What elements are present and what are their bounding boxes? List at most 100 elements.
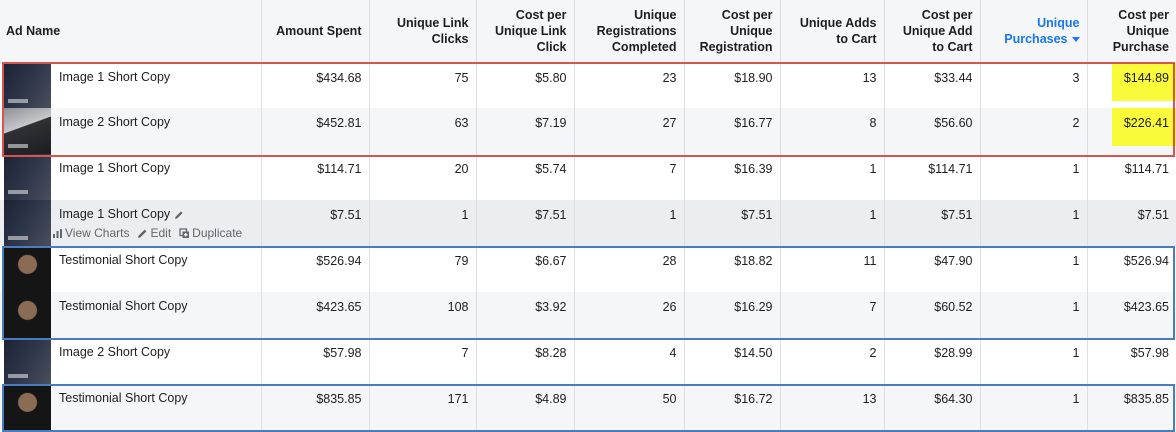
- unique-link-clicks-cell: 7: [369, 338, 477, 384]
- cost-per-registration-cell: $16.39: [684, 154, 781, 200]
- view-charts-link[interactable]: View Charts: [52, 226, 129, 240]
- cost-per-purchase-cell: $7.51: [1087, 200, 1176, 246]
- ad-thumbnail-icon[interactable]: [4, 292, 51, 338]
- header-unique-link-clicks[interactable]: Unique Link Clicks: [369, 0, 477, 63]
- header-label: Cost per Unique Link Click: [494, 7, 567, 54]
- table-row[interactable]: Image 2 Short Copy $452.81 63 $7.19 27 $…: [0, 108, 1176, 154]
- table-row[interactable]: Testimonial Short Copy $526.94 79 $6.67 …: [0, 246, 1176, 292]
- adds-to-cart-cell: 2: [780, 338, 885, 384]
- table-row[interactable]: Image 1 Short Copy View Charts Edit Dupl…: [0, 200, 1176, 246]
- cost-per-purchase-cell: $423.65: [1087, 292, 1176, 338]
- highlighted-value: $144.89: [1111, 62, 1176, 101]
- cost-per-purchase-cell: $835.85: [1087, 384, 1176, 430]
- table-row[interactable]: Image 2 Short Copy $57.98 7 $8.28 4 $14.…: [0, 338, 1176, 384]
- header-label: Cost per Unique Purchase: [1112, 7, 1169, 54]
- cost-per-registration-cell: $16.72: [684, 384, 781, 430]
- cost-per-registration-cell: $7.51: [684, 200, 781, 246]
- ad-name-cell[interactable]: Image 1 Short Copy View Charts Edit Dupl…: [0, 200, 262, 246]
- ad-thumbnail-icon[interactable]: [4, 246, 51, 292]
- ad-name-cell[interactable]: Image 1 Short Copy: [0, 62, 262, 108]
- header-cost-per-unique-registration[interactable]: Cost per Unique Registration: [684, 0, 781, 63]
- edit-link[interactable]: Edit: [137, 226, 171, 240]
- registrations-cell: 7: [574, 154, 685, 200]
- cost-per-registration-cell: $16.29: [684, 292, 781, 338]
- ad-name-cell[interactable]: Image 1 Short Copy: [0, 154, 262, 200]
- header-unique-adds-to-cart[interactable]: Unique Adds to Cart: [780, 0, 885, 63]
- header-label: Ad Name: [6, 23, 61, 38]
- ad-thumbnail-icon[interactable]: [4, 154, 51, 200]
- ad-name-link[interactable]: Testimonial Short Copy: [59, 391, 188, 405]
- amount-spent-cell: $423.65: [261, 292, 370, 338]
- purchases-cell: 1: [980, 246, 1088, 292]
- header-label: Amount Spent: [276, 23, 362, 38]
- adds-to-cart-cell: 1: [780, 200, 885, 246]
- row-actions: View Charts Edit Duplicate: [52, 226, 242, 240]
- duplicate-label: Duplicate: [192, 226, 243, 240]
- ad-thumbnail-icon[interactable]: [4, 62, 51, 108]
- purchases-cell: 3: [980, 62, 1088, 108]
- ad-name-link[interactable]: Testimonial Short Copy: [59, 253, 188, 267]
- cost-per-registration-cell: $14.50: [684, 338, 781, 384]
- ads-table: Ad Name Amount Spent Unique Link Clicks …: [0, 0, 1176, 430]
- cost-per-add-to-cart-cell: $114.71: [884, 154, 981, 200]
- purchases-cell: 1: [980, 154, 1088, 200]
- header-ad-name[interactable]: Ad Name: [0, 0, 262, 63]
- cost-per-purchase-cell: $57.98: [1130, 346, 1169, 360]
- pencil-icon[interactable]: [174, 210, 184, 220]
- table-row[interactable]: Image 1 Short Copy $114.71 20 $5.74 7 $1…: [0, 154, 1176, 200]
- cost-per-registration-cell: $18.82: [684, 246, 781, 292]
- cost-per-click-cell: $7.51: [476, 200, 575, 246]
- ad-name-link[interactable]: Image 2 Short Copy: [59, 115, 170, 129]
- amount-spent-cell: $452.81: [261, 108, 370, 154]
- ad-name-cell[interactable]: Testimonial Short Copy: [0, 246, 262, 292]
- duplicate-link[interactable]: Duplicate: [179, 226, 242, 240]
- header-cost-per-unique-link-click[interactable]: Cost per Unique Link Click: [476, 0, 575, 63]
- purchases-cell: 1: [980, 384, 1088, 430]
- header-label: Cost per Unique Registration: [699, 7, 773, 54]
- ad-thumbnail-icon[interactable]: [4, 200, 51, 246]
- ad-name-cell[interactable]: Image 2 Short Copy: [0, 338, 262, 384]
- header-unique-purchases[interactable]: Unique Purchases: [980, 0, 1088, 63]
- cost-per-add-to-cart-cell: $28.99: [884, 338, 981, 384]
- ad-name-cell[interactable]: Testimonial Short Copy: [0, 384, 262, 430]
- amount-spent-cell: $7.51: [261, 200, 370, 246]
- table-row[interactable]: Image 1 Short Copy $434.68 75 $5.80 23 $…: [0, 62, 1176, 108]
- ad-thumbnail-icon[interactable]: [4, 384, 51, 430]
- header-cost-per-unique-add-to-cart[interactable]: Cost per Unique Add to Cart: [884, 0, 981, 63]
- cost-per-purchase-cell: $144.89: [1087, 62, 1176, 108]
- unique-link-clicks-cell: 75: [369, 62, 477, 108]
- ad-name-link[interactable]: Image 1 Short Copy: [59, 161, 170, 175]
- table-row[interactable]: Testimonial Short Copy $835.85 171 $4.89…: [0, 384, 1176, 430]
- ad-name-cell[interactable]: Testimonial Short Copy: [0, 292, 262, 338]
- ad-name-cell[interactable]: Image 2 Short Copy: [0, 108, 262, 154]
- amount-spent-cell: $835.85: [261, 384, 370, 430]
- table-row[interactable]: Testimonial Short Copy $423.65 108 $3.92…: [0, 292, 1176, 338]
- registrations-cell: 1: [574, 200, 685, 246]
- ad-name-link[interactable]: Testimonial Short Copy: [59, 299, 188, 313]
- ad-name-text: Image 1 Short Copy: [59, 207, 171, 221]
- header-amount-spent[interactable]: Amount Spent: [261, 0, 370, 63]
- header-unique-registrations[interactable]: Unique Registrations Completed: [574, 0, 685, 63]
- ad-thumbnail-icon[interactable]: [4, 338, 51, 384]
- registrations-cell: 23: [574, 62, 685, 108]
- unique-link-clicks-cell: 63: [369, 108, 477, 154]
- amount-spent-cell: $434.68: [261, 62, 370, 108]
- cost-per-click-cell: $5.74: [476, 154, 575, 200]
- cost-per-click-cell: $6.67: [476, 246, 575, 292]
- amount-spent-cell: $526.94: [261, 246, 370, 292]
- unique-link-clicks-cell: 79: [369, 246, 477, 292]
- cost-per-purchase-cell: $226.41: [1087, 108, 1176, 154]
- ad-name-link[interactable]: Image 1 Short Copy: [59, 70, 170, 84]
- bar-chart-icon: [53, 228, 62, 238]
- purchases-cell: 1: [980, 292, 1088, 338]
- unique-link-clicks-cell: 20: [369, 154, 477, 200]
- purchases-cell: 1: [980, 200, 1088, 246]
- ad-name-link[interactable]: Image 2 Short Copy: [59, 345, 170, 359]
- header-cost-per-unique-purchase[interactable]: Cost per Unique Purchase: [1087, 0, 1176, 63]
- ad-thumbnail-icon[interactable]: [4, 108, 51, 154]
- cost-per-click-cell: $4.89: [476, 384, 575, 430]
- ad-name-link[interactable]: Image 1 Short Copy: [59, 207, 184, 221]
- cost-per-add-to-cart-cell: $60.52: [884, 292, 981, 338]
- header-label: Unique Link Clicks: [396, 15, 469, 46]
- registrations-cell: 4: [574, 338, 685, 384]
